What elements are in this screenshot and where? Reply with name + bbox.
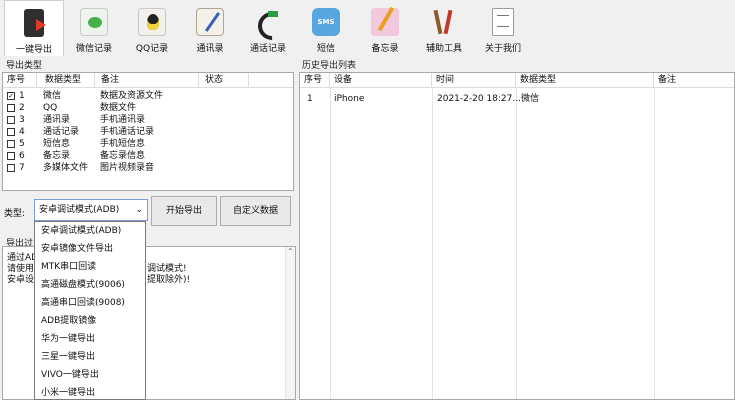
column-header[interactable]: 状态 (199, 73, 249, 88)
chevron-down-icon[interactable]: ⌄ (135, 200, 143, 220)
phone-export-icon (24, 9, 46, 37)
dropdown-option[interactable]: 高通串口回读(9008) (35, 294, 145, 312)
column-header[interactable]: 数据类型 (37, 73, 95, 88)
toolbar-label: 通讯录 (196, 44, 224, 54)
dropdown-option[interactable]: 小米一键导出 (35, 384, 145, 400)
qq-icon (138, 8, 166, 36)
row-note: 数据及资源文件 (100, 91, 164, 101)
wechat-icon (80, 8, 108, 36)
checkbox-checked[interactable]: ✓ (7, 92, 15, 100)
call-records-button[interactable]: 通话记录 (238, 0, 298, 56)
document-icon (492, 8, 514, 36)
row-note: 数据文件 (100, 103, 137, 113)
export-types-table: 序号 数据类型 备注 状态 ✓ 1 微信 数据及资源文件 2 QQ 数据文件 3… (2, 72, 294, 191)
row-index: 7 (19, 163, 25, 173)
column-header[interactable]: 设备 (330, 73, 432, 88)
dropdown-option[interactable]: MTK串口回读 (35, 258, 145, 276)
checkbox[interactable] (7, 164, 15, 172)
row-type: 备忘录 (43, 151, 71, 161)
dropdown-option[interactable]: VIVO一键导出 (35, 366, 145, 384)
phone-calls-icon (254, 8, 282, 36)
memo-icon (371, 8, 399, 36)
toolbar-label: 辅助工具 (425, 44, 462, 54)
column-header[interactable]: 数据类型 (516, 73, 654, 88)
toolbar-label: 通话记录 (249, 44, 286, 54)
dropdown-option[interactable]: 华为一键导出 (35, 330, 145, 348)
memo-button[interactable]: 备忘录 (355, 0, 415, 56)
row-type: 通话记录 (43, 127, 80, 137)
column-header[interactable]: 备注 (95, 73, 199, 88)
export-types-title: 导出类型 (6, 61, 43, 71)
row-note: 备忘录信息 (100, 151, 146, 161)
row-note: 图片视频录音 (100, 163, 155, 173)
log-line-tail: 提取除外)! (147, 275, 191, 285)
row-device: iPhone (334, 94, 365, 104)
row-type: 微信 (43, 91, 62, 101)
dropdown-option[interactable]: ADB提取镜像 (35, 312, 145, 330)
custom-data-button[interactable]: 自定义数据 (220, 196, 291, 226)
row-type: 多媒体文件 (43, 163, 89, 173)
type-dropdown-list: 安卓调试模式(ADB) 安卓镜像文件导出 MTK串口回读 高通磁盘模式(9006… (34, 221, 146, 400)
row-index: 3 (19, 115, 25, 125)
row-type: QQ (43, 103, 58, 113)
column-header[interactable]: 序号 (300, 73, 330, 88)
row-index: 4 (19, 127, 25, 137)
toolbar-label: 一键导出 (15, 45, 52, 55)
row-index: 1 (19, 91, 25, 101)
tools-icon (430, 8, 458, 36)
dropdown-option[interactable]: 高通磁盘模式(9006) (35, 276, 145, 294)
toolbar-label: 微信记录 (75, 44, 112, 54)
row-type: 微信 (521, 94, 540, 104)
history-table: 序号 设备 时间 数据类型 备注 1 iPhone 2021-2-20 18:2… (299, 72, 735, 400)
qq-records-button[interactable]: QQ记录 (122, 0, 182, 56)
toolbar-label: QQ记录 (135, 44, 169, 54)
column-header-filler (249, 73, 293, 88)
about-us-button[interactable]: 关于我们 (473, 0, 533, 56)
checkbox[interactable] (7, 104, 15, 112)
checkbox[interactable] (7, 140, 15, 148)
row-type: 短信息 (43, 139, 71, 149)
log-scrollbar[interactable] (285, 247, 295, 399)
dropdown-option[interactable]: 三星一键导出 (35, 348, 145, 366)
column-header[interactable]: 序号 (3, 73, 37, 88)
row-index: 1 (307, 94, 313, 104)
toolbar-label: 关于我们 (484, 44, 521, 54)
type-select[interactable]: 安卓调试模式(ADB) ⌄ (34, 199, 148, 221)
type-label: 类型: (4, 209, 26, 219)
toolbar-label: 备忘录 (371, 44, 399, 54)
sms-icon: SMS (312, 8, 340, 36)
dropdown-option[interactable]: 安卓镜像文件导出 (35, 240, 145, 258)
checkbox[interactable] (7, 116, 15, 124)
checkbox[interactable] (7, 128, 15, 136)
tools-button[interactable]: 辅助工具 (414, 0, 474, 56)
wechat-records-button[interactable]: 微信记录 (64, 0, 124, 56)
start-export-button[interactable]: 开始导出 (151, 196, 217, 226)
row-note: 手机通讯录 (100, 115, 146, 125)
row-type: 通讯录 (43, 115, 71, 125)
main-toolbar: 一键导出 微信记录 QQ记录 通讯录 通话记录 SMS 短信 备忘录 辅助工具 … (0, 0, 735, 56)
sms-button[interactable]: SMS 短信 (296, 0, 356, 56)
one-click-export-button[interactable]: 一键导出 (4, 0, 64, 56)
row-index: 2 (19, 103, 25, 113)
row-note: 手机短信息 (100, 139, 146, 149)
column-header[interactable]: 备注 (654, 73, 734, 88)
row-index: 6 (19, 151, 25, 161)
checkbox[interactable] (7, 152, 15, 160)
contacts-book-icon (196, 8, 224, 36)
toolbar-label: 短信 (316, 44, 335, 54)
row-note: 手机通话记录 (100, 127, 155, 137)
row-index: 5 (19, 139, 25, 149)
dropdown-option[interactable]: 安卓调试模式(ADB) (35, 222, 145, 240)
type-select-value: 安卓调试模式(ADB) (39, 205, 120, 215)
row-time: 2021-2-20 18:27... (437, 94, 521, 104)
column-header[interactable]: 时间 (432, 73, 516, 88)
contacts-button[interactable]: 通讯录 (180, 0, 240, 56)
history-title: 历史导出列表 (302, 61, 357, 71)
